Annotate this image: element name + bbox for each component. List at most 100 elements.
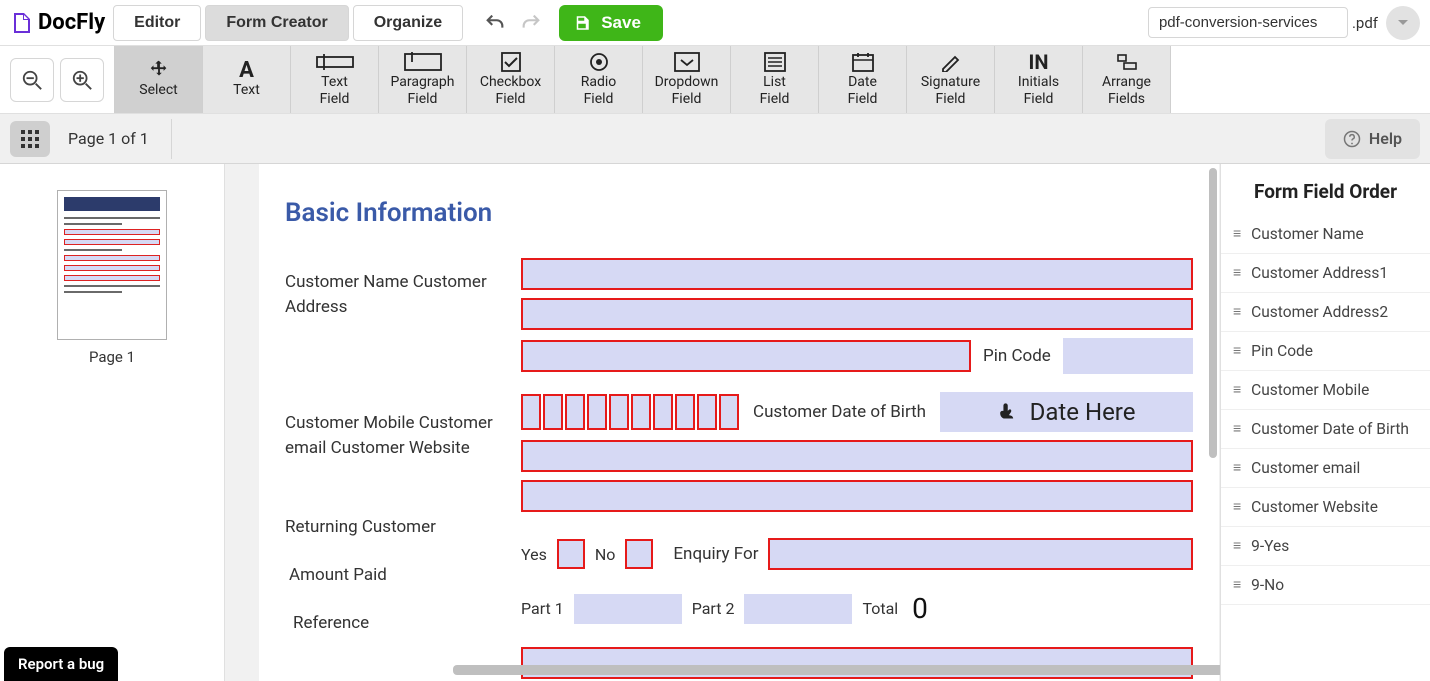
field-pin-code[interactable] (1063, 338, 1193, 374)
app-name: DocFly (38, 10, 105, 35)
text-field-icon (316, 50, 354, 74)
tool-dropdown-field[interactable]: Dropdown Field (643, 46, 731, 113)
paragraph-field-icon (404, 50, 442, 74)
field-enquiry-for[interactable] (768, 538, 1193, 570)
horizontal-scrollbar[interactable] (255, 665, 1210, 679)
label-yes: Yes (521, 545, 547, 564)
save-button[interactable]: Save (559, 5, 663, 41)
list-item[interactable]: ≡9-Yes (1221, 527, 1430, 566)
tool-select[interactable]: Select (115, 46, 203, 113)
field-order-list: ≡Customer Name ≡Customer Address1 ≡Custo… (1221, 215, 1430, 681)
logo-icon (10, 11, 34, 35)
label-name-address: Customer Name Customer Address (285, 258, 521, 332)
label-pin-code: Pin Code (983, 346, 1051, 366)
undo-button[interactable] (481, 9, 509, 37)
label-mobile-email-website: Customer Mobile Customer email Customer … (285, 376, 521, 496)
file-ext-label: .pdf (1352, 14, 1378, 32)
field-customer-address2[interactable] (521, 340, 971, 372)
tab-form-creator[interactable]: Form Creator (205, 5, 348, 41)
list-item[interactable]: ≡Customer Address1 (1221, 254, 1430, 293)
field-customer-name[interactable] (521, 258, 1193, 290)
label-dob: Customer Date of Birth (753, 402, 926, 422)
help-label: Help (1369, 129, 1402, 148)
field-customer-address1[interactable] (521, 298, 1193, 330)
drag-icon: ≡ (1233, 461, 1241, 475)
main-area: Page 1 Basic Information Customer Name C… (0, 164, 1430, 681)
tool-paragraph-field[interactable]: Paragraph Field (379, 46, 467, 113)
drag-icon: ≡ (1233, 305, 1241, 319)
field-customer-website[interactable] (521, 480, 1193, 512)
vertical-scrollbar[interactable] (1206, 164, 1220, 681)
report-bug-button[interactable]: Report a bug (4, 647, 118, 681)
drag-icon: ≡ (1233, 500, 1241, 514)
tool-text-field[interactable]: Text Field (291, 46, 379, 113)
total-value: 0 (912, 592, 928, 625)
thumbnails-toggle[interactable] (10, 121, 50, 157)
thumbnails-panel: Page 1 (0, 164, 225, 681)
arrange-icon (1116, 50, 1138, 74)
calendar-icon (852, 50, 874, 74)
tool-checkbox-field[interactable]: Checkbox Field (467, 46, 555, 113)
label-part1: Part 1 (521, 599, 564, 618)
list-item[interactable]: ≡Customer Name (1221, 215, 1430, 254)
field-order-panel: Form Field Order ≡Customer Name ≡Custome… (1220, 164, 1430, 681)
list-item[interactable]: ≡Pin Code (1221, 332, 1430, 371)
tool-arrange-fields[interactable]: Arrange Fields (1083, 46, 1171, 113)
tool-radio-field[interactable]: Radio Field (555, 46, 643, 113)
field-part1[interactable] (574, 594, 682, 624)
list-item[interactable]: ≡Customer email (1221, 449, 1430, 488)
page-thumbnail[interactable] (57, 190, 167, 340)
label-reference: Reference (285, 604, 521, 644)
list-item[interactable]: ≡Customer Date of Birth (1221, 410, 1430, 449)
drag-icon: ≡ (1233, 344, 1241, 358)
tool-text[interactable]: A Text (203, 46, 291, 113)
separator (171, 119, 172, 159)
field-customer-email[interactable] (521, 440, 1193, 472)
list-item[interactable]: ≡Customer Address2 (1221, 293, 1430, 332)
redo-button[interactable] (517, 9, 545, 37)
page-indicator: Page 1 of 1 (68, 129, 149, 148)
logo[interactable]: DocFly (10, 10, 105, 35)
field-customer-mobile[interactable] (521, 394, 739, 430)
hand-point-icon (998, 399, 1024, 425)
zoom-out-button[interactable] (10, 58, 54, 102)
date-here-text: Date Here (1030, 398, 1136, 426)
checkbox-no[interactable] (625, 539, 653, 569)
drag-icon: ≡ (1233, 578, 1241, 592)
canvas[interactable]: Basic Information Customer Name Customer… (225, 164, 1220, 681)
field-part2[interactable] (744, 594, 852, 624)
radio-icon (589, 50, 609, 74)
drag-icon: ≡ (1233, 227, 1241, 241)
file-dropdown[interactable] (1386, 6, 1420, 40)
text-icon: A (239, 58, 254, 82)
drag-icon: ≡ (1233, 422, 1241, 436)
list-item[interactable]: ≡9-No (1221, 566, 1430, 605)
label-returning-customer: Returning Customer (285, 508, 521, 548)
section-title: Basic Information (285, 198, 1193, 228)
filename-input[interactable] (1148, 7, 1348, 38)
signature-icon (940, 50, 962, 74)
page-strip: Page 1 of 1 Help (0, 114, 1430, 164)
label-enquiry-for: Enquiry For (673, 544, 758, 564)
tab-organize[interactable]: Organize (353, 5, 463, 41)
drag-icon: ≡ (1233, 383, 1241, 397)
tool-date-field[interactable]: Date Field (819, 46, 907, 113)
checkbox-yes[interactable] (557, 539, 585, 569)
drag-icon: ≡ (1233, 266, 1241, 280)
zoom-in-button[interactable] (60, 58, 104, 102)
list-item[interactable]: ≡Customer Mobile (1221, 371, 1430, 410)
label-part2: Part 2 (692, 599, 735, 618)
help-button[interactable]: Help (1325, 119, 1420, 159)
label-no: No (595, 545, 616, 564)
field-dob[interactable]: Date Here (940, 392, 1193, 432)
tool-initials-field[interactable]: IN Initials Field (995, 46, 1083, 113)
list-item[interactable]: ≡Customer Website (1221, 488, 1430, 527)
checkbox-icon (501, 50, 521, 74)
tab-editor[interactable]: Editor (113, 5, 201, 41)
dropdown-icon (674, 50, 700, 74)
tool-signature-field[interactable]: Signature Field (907, 46, 995, 113)
label-amount-paid: Amount Paid (285, 556, 521, 596)
tool-list-field[interactable]: List Field (731, 46, 819, 113)
list-icon (764, 50, 786, 74)
drag-icon: ≡ (1233, 539, 1241, 553)
